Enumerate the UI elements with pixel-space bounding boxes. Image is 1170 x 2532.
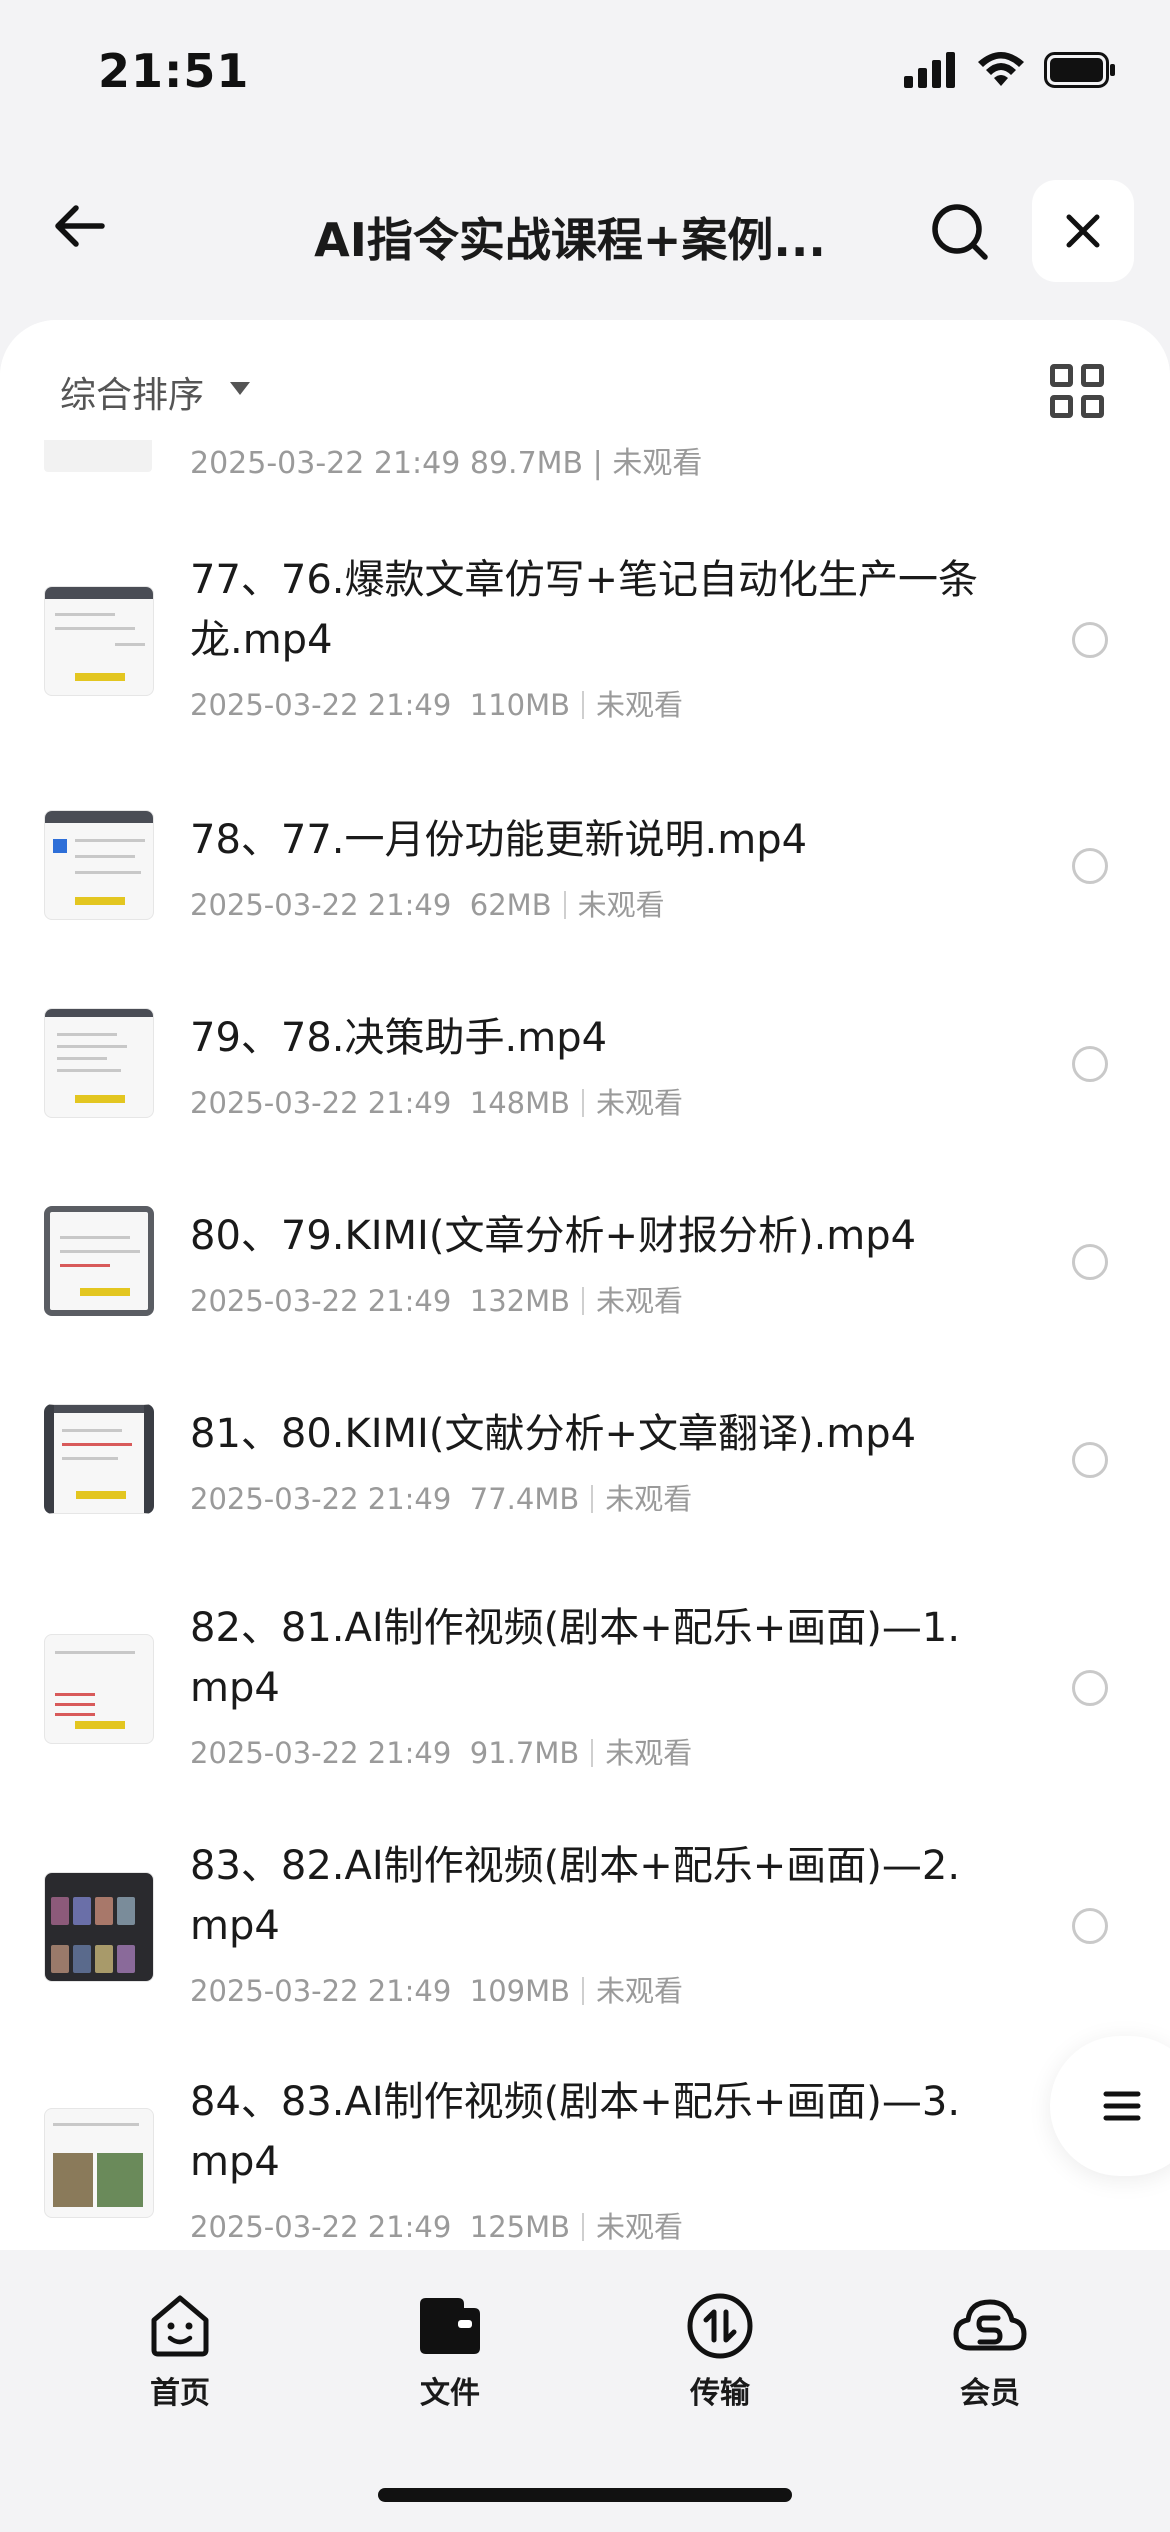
search-icon: [932, 204, 988, 260]
status-time: 21:51: [98, 44, 250, 98]
nav-home-label: 首页: [150, 2376, 210, 2411]
close-icon: [1066, 214, 1100, 248]
close-button[interactable]: [1032, 180, 1134, 282]
file-thumbnail: [44, 1008, 154, 1118]
file-thumbnail: [44, 586, 154, 696]
file-date: 2025-03-22 21:49: [190, 1086, 452, 1120]
folder-icon: [420, 2298, 480, 2354]
wifi-icon: [978, 52, 1024, 86]
header: AI指令实战课程+案例...: [0, 160, 1170, 300]
file-name: 80、79.KIMI(文章分析+财报分析).mp4: [190, 1213, 917, 1259]
file-date: 2025-03-22 21:49: [190, 688, 452, 722]
select-radio[interactable]: [1072, 1244, 1108, 1280]
watch-status: 未观看: [596, 2210, 684, 2244]
sort-dropdown[interactable]: 综合排序: [60, 366, 204, 418]
file-meta: 2025-03-22 21:49 77.4MB 未观看: [190, 1476, 692, 1518]
file-thumbnail: [44, 1634, 154, 1744]
page-title: AI指令实战课程+案例...: [314, 213, 826, 267]
watch-status: 未观看: [605, 1736, 693, 1770]
select-radio[interactable]: [1072, 848, 1108, 884]
status-icons: [904, 52, 1116, 88]
file-meta: 2025-03-22 21:49 89.7MB | 未观看: [190, 446, 703, 481]
file-date: 2025-03-22 21:49: [190, 1974, 452, 2008]
file-name: 82、81.AI制作视频(剧本+配乐+画面)—1.mp4: [190, 1605, 961, 1711]
file-meta: 2025-03-22 21:49 125MB 未观看: [190, 2204, 683, 2246]
file-meta: 2025-03-22 21:49 91.7MB 未观看: [190, 1730, 692, 1772]
file-thumbnail: [44, 1404, 154, 1514]
file-name: 81、80.KIMI(文献分析+文章翻译).mp4: [190, 1411, 917, 1457]
file-name: 83、82.AI制作视频(剧本+配乐+画面)—2.mp4: [190, 1843, 961, 1949]
file-date: 2025-03-22 21:49: [190, 1482, 452, 1516]
file-name: 79、78.决策助手.mp4: [190, 1015, 608, 1061]
watch-status: 未观看: [596, 1974, 684, 2008]
file-size: 132MB: [469, 1284, 571, 1318]
file-meta: 2025-03-22 21:49 110MB 未观看: [190, 682, 683, 724]
file-size: 62MB: [469, 888, 552, 922]
select-radio[interactable]: [1072, 1908, 1108, 1944]
caret-down-icon[interactable]: [230, 382, 250, 395]
nav-member[interactable]: 会员: [910, 2290, 1070, 2412]
transfer-icon: [687, 2293, 753, 2359]
file-date: 2025-03-22 21:49: [190, 1284, 452, 1318]
file-date: 2025-03-22 21:49: [190, 888, 452, 922]
search-button[interactable]: [924, 196, 996, 268]
file-name: 77、76.爆款文章仿写+笔记自动化生产一条龙.mp4: [190, 557, 979, 663]
file-thumbnail: [44, 1872, 154, 1982]
nav-transfer[interactable]: 传输: [640, 2290, 800, 2412]
file-size: 148MB: [469, 1086, 571, 1120]
nav-files-label: 文件: [420, 2376, 480, 2411]
file-size: 77.4MB: [469, 1482, 580, 1516]
watch-status: 未观看: [596, 1086, 684, 1120]
back-button[interactable]: [44, 190, 116, 262]
file-name: 78、77.一月份功能更新说明.mp4: [190, 817, 808, 863]
file-meta: 2025-03-22 21:49 132MB 未观看: [190, 1278, 683, 1320]
file-list-panel: 2025-03-22 21:49 89.7MB | 未观看 77、76.爆款文章…: [0, 320, 1170, 2250]
nav-files[interactable]: 文件: [370, 2290, 530, 2412]
select-radio[interactable]: [1072, 1670, 1108, 1706]
cloud-member-icon: [953, 2299, 1027, 2351]
file-thumbnail: [44, 1206, 154, 1316]
signal-icon: [904, 52, 955, 88]
file-meta: 2025-03-22 21:49 148MB 未观看: [190, 1080, 683, 1122]
file-date: 2025-03-22 21:49: [190, 1736, 452, 1770]
status-bar: 21:51: [0, 0, 1170, 140]
file-thumbnail: [44, 810, 154, 920]
nav-member-label: 会员: [960, 2376, 1020, 2411]
watch-status: 未观看: [596, 1284, 684, 1318]
sort-bar: 综合排序: [0, 320, 1170, 440]
file-thumbnail: [44, 2108, 154, 2218]
file-date: 2025-03-22 21:49: [190, 2210, 452, 2244]
watch-status: 未观看: [577, 888, 665, 922]
battery-icon: [1044, 52, 1115, 88]
nav-transfer-label: 传输: [690, 2376, 750, 2411]
watch-status: 未观看: [596, 688, 684, 722]
file-name: 84、83.AI制作视频(剧本+配乐+画面)—3.mp4: [190, 2079, 961, 2185]
file-meta: 2025-03-22 21:49 62MB 未观看: [190, 882, 665, 924]
select-radio[interactable]: [1072, 1046, 1108, 1082]
grid-view-icon[interactable]: [1050, 364, 1104, 418]
file-size: 91.7MB: [469, 1736, 580, 1770]
menu-icon: [1103, 2091, 1141, 2121]
file-size: 109MB: [469, 1974, 571, 2008]
select-radio[interactable]: [1072, 1442, 1108, 1478]
select-radio[interactable]: [1072, 622, 1108, 658]
home-indicator[interactable]: [378, 2488, 792, 2502]
arrow-left-icon: [55, 205, 105, 247]
home-face-icon: [151, 2295, 209, 2357]
file-meta: 2025-03-22 21:49 109MB 未观看: [190, 1968, 683, 2010]
file-size: 110MB: [469, 688, 571, 722]
watch-status: 未观看: [605, 1482, 693, 1516]
file-size: 125MB: [469, 2210, 571, 2244]
nav-home[interactable]: 首页: [100, 2290, 260, 2412]
